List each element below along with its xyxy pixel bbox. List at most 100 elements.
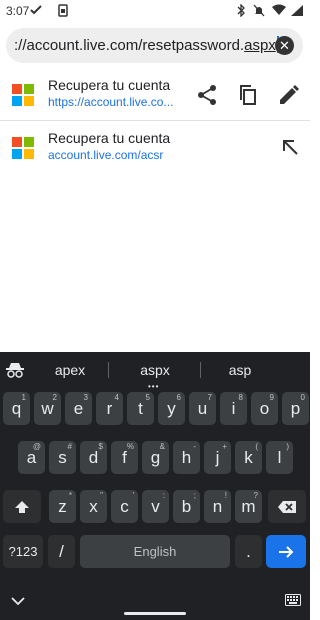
slash-key[interactable]: / xyxy=(48,535,75,568)
key-hint: 9 xyxy=(269,393,274,402)
key-label: o xyxy=(259,399,270,418)
key-hint: ' xyxy=(132,491,134,500)
key-label: z xyxy=(58,497,67,516)
url-prefix: ://account.live.com/resetpassword. xyxy=(14,37,245,54)
key-n[interactable]: n! xyxy=(204,490,231,523)
keyboard-suggestion[interactable]: asp xyxy=(210,352,270,388)
key-v[interactable]: v: xyxy=(142,490,169,523)
key-hint: ( xyxy=(255,442,258,451)
key-label: s xyxy=(58,448,67,467)
url-text[interactable]: ://account.live.com/resetpassword.aspx xyxy=(14,36,279,54)
key-e[interactable]: e3 xyxy=(65,392,92,425)
key-label: x xyxy=(89,497,98,516)
key-c[interactable]: c ' xyxy=(111,490,138,523)
key-hint: * xyxy=(68,491,72,500)
key-j[interactable]: j + xyxy=(204,441,231,474)
key-label: r xyxy=(106,399,113,418)
keyboard-switch-icon[interactable] xyxy=(285,594,301,606)
status-bar: 3:07 xyxy=(0,0,310,22)
key-l[interactable]: l) xyxy=(266,441,293,474)
key-m[interactable]: m? xyxy=(235,490,262,523)
key-y[interactable]: y6 xyxy=(158,392,185,425)
battery-icon xyxy=(291,5,303,16)
symbols-key[interactable]: ?123 xyxy=(3,535,43,568)
url-selected-suffix: aspx xyxy=(244,37,276,54)
key-i[interactable]: i8 xyxy=(220,392,247,425)
key-u[interactable]: u7 xyxy=(189,392,216,425)
address-bar[interactable]: ://account.live.com/resetpassword.aspx xyxy=(6,28,303,63)
insert-arrow-icon[interactable] xyxy=(279,136,303,160)
key-label: p xyxy=(290,399,301,418)
key-label: q xyxy=(11,399,22,418)
edit-pencil-icon[interactable] xyxy=(277,83,301,107)
key-label: b xyxy=(181,497,192,516)
key-label: j xyxy=(215,448,220,467)
backspace-key[interactable] xyxy=(268,490,306,523)
key-hint: 6 xyxy=(176,393,181,402)
key-x[interactable]: x " xyxy=(80,490,107,523)
key-label: k xyxy=(244,448,253,467)
enter-key[interactable] xyxy=(266,535,306,568)
key-hint: 1 xyxy=(21,393,26,402)
key-q[interactable]: q1 xyxy=(3,392,30,425)
key-h[interactable]: h- xyxy=(173,441,200,474)
wifi-icon xyxy=(272,4,286,15)
suggestion-title: Recupera tu cuenta xyxy=(48,77,171,93)
share-icon[interactable] xyxy=(195,83,219,107)
chevron-down-icon[interactable] xyxy=(11,596,25,606)
check-done-icon xyxy=(30,5,42,15)
key-label: l xyxy=(277,448,282,467)
key-k[interactable]: k( xyxy=(235,441,262,474)
suggestion-divider xyxy=(0,120,310,121)
clear-url-button[interactable]: ✕ xyxy=(275,36,294,55)
key-hint: # xyxy=(67,442,72,451)
suggestion-url: https://account.live.co... xyxy=(48,95,174,109)
home-gesture-handle[interactable] xyxy=(124,612,186,615)
period-key[interactable]: . xyxy=(235,535,262,568)
key-g[interactable]: g & xyxy=(142,441,169,474)
key-b[interactable]: b; xyxy=(173,490,200,523)
key-hint: ? xyxy=(253,491,258,500)
key-hint: 4 xyxy=(114,393,119,402)
key-a[interactable]: a @ xyxy=(18,441,45,474)
key-label: y xyxy=(167,399,176,418)
key-r[interactable]: r4 xyxy=(96,392,123,425)
key-hint: " xyxy=(100,491,103,500)
incognito-icon[interactable] xyxy=(6,362,24,378)
key-hint: - xyxy=(193,442,196,451)
key-s[interactable]: s # xyxy=(49,441,76,474)
shift-key[interactable] xyxy=(3,490,41,523)
key-hint: 2 xyxy=(52,393,57,402)
key-hint: ; xyxy=(193,491,196,500)
space-key[interactable]: English xyxy=(80,535,230,568)
suggestion-separator xyxy=(108,362,109,378)
key-hint: & xyxy=(159,442,165,451)
copy-icon[interactable] xyxy=(236,83,260,107)
key-o[interactable]: o9 xyxy=(251,392,278,425)
arrow-right-icon xyxy=(279,546,294,558)
microsoft-logo-icon xyxy=(12,137,34,159)
key-z[interactable]: z * xyxy=(49,490,76,523)
key-hint: 3 xyxy=(83,393,88,402)
key-t[interactable]: t5 xyxy=(127,392,154,425)
status-time: 3:07 xyxy=(6,4,30,18)
suggestion-separator xyxy=(200,362,201,378)
close-icon: ✕ xyxy=(279,38,290,53)
key-hint: @ xyxy=(32,442,41,451)
notifications-off-icon xyxy=(253,4,265,17)
keyboard: apex aspx ••• asp q1w2e3r4t5y6u7i8o9p0 a… xyxy=(0,352,310,620)
key-label: t xyxy=(138,399,143,418)
more-suggestions-dots-icon[interactable]: ••• xyxy=(148,382,159,391)
key-f[interactable]: f% xyxy=(111,441,138,474)
suggestion-title: Recupera tu cuenta xyxy=(48,130,171,146)
key-p[interactable]: p0 xyxy=(282,392,309,425)
suggestion-item[interactable]: Recupera tu cuenta account.live.com/acsr xyxy=(0,124,310,172)
key-label: e xyxy=(73,399,84,418)
suggestion-item[interactable]: Recupera tu cuenta https://account.live.… xyxy=(0,71,310,119)
key-hint: 0 xyxy=(300,393,305,402)
key-label: i xyxy=(231,399,236,418)
navigation-bar xyxy=(0,590,310,620)
key-d[interactable]: d $ xyxy=(80,441,107,474)
keyboard-suggestion[interactable]: apex xyxy=(40,352,100,388)
key-w[interactable]: w2 xyxy=(34,392,61,425)
